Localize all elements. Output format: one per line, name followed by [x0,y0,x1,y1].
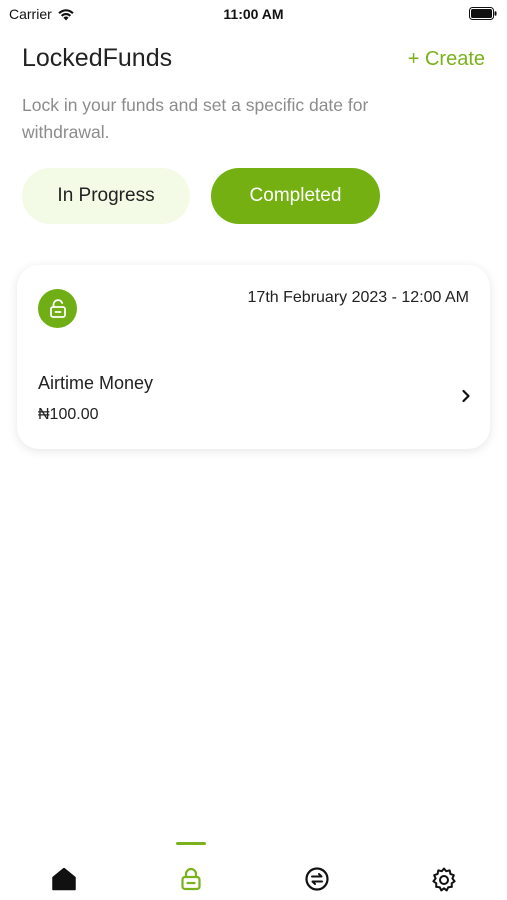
page-subtitle: Lock in your funds and set a specific da… [22,95,369,142]
nav-transfer[interactable] [297,866,337,900]
status-bar: Carrier 11:00 AM [0,0,507,30]
lock-icon [181,867,201,891]
create-button[interactable]: + Create [408,48,485,71]
nav-locked-funds[interactable] [171,866,211,900]
bottom-nav [0,836,507,900]
locked-fund-card[interactable]: 17th February 2023 - 12:00 AM Airtime Mo… [17,265,490,449]
nav-settings[interactable] [424,866,464,900]
card-date: 17th February 2023 - 12:00 AM [247,289,469,306]
battery-icon [469,7,497,20]
chevron-right-icon [462,389,470,403]
settings-icon [432,867,456,892]
active-tab-indicator [176,842,206,845]
card-amount: ₦100.00 [38,406,99,423]
exchange-icon [305,867,329,891]
home-icon [52,867,76,891]
card-title: Airtime Money [38,373,154,393]
nav-home[interactable] [44,866,84,900]
unlock-icon [38,289,77,328]
status-time: 11:00 AM [223,6,284,22]
tab-in-progress[interactable]: In Progress [22,168,190,224]
tab-completed[interactable]: Completed [211,168,380,224]
page-title: LockedFunds [22,44,173,72]
